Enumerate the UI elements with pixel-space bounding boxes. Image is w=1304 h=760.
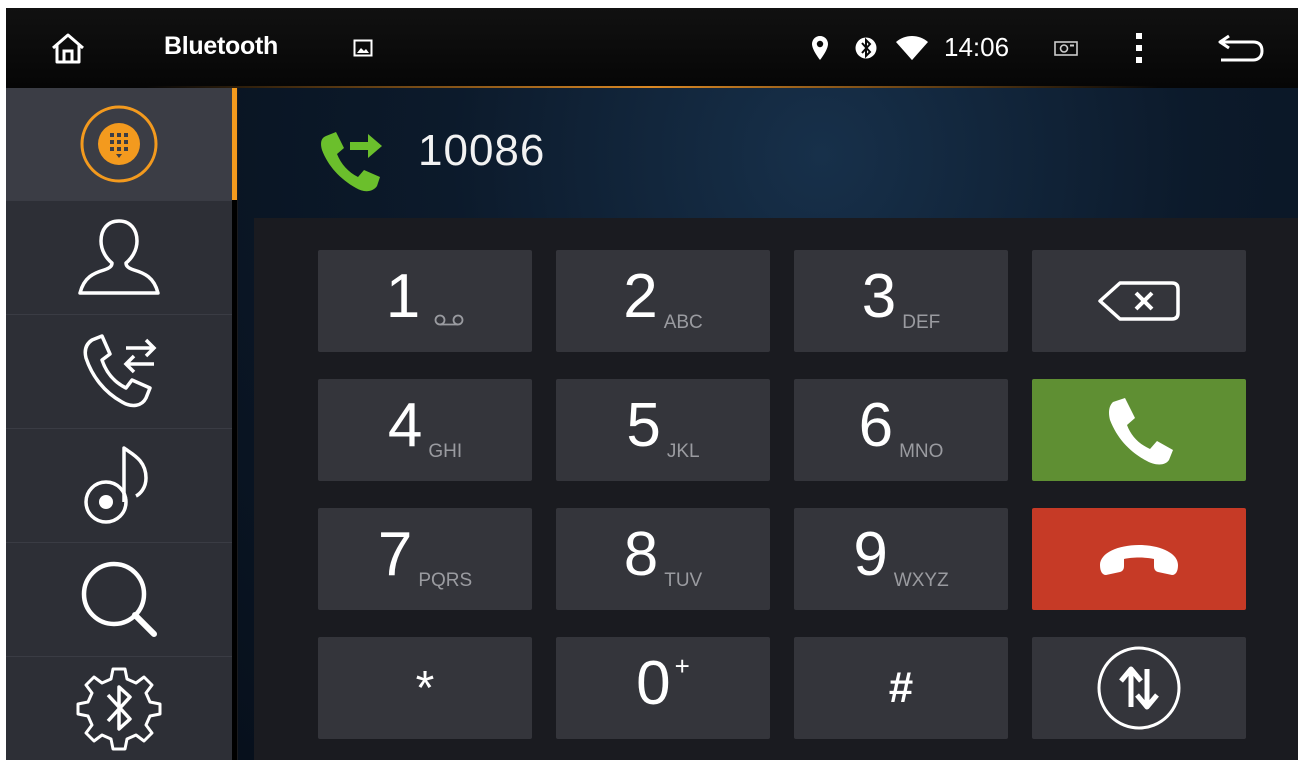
switch-audio-icon xyxy=(1097,646,1181,730)
call-button[interactable] xyxy=(1032,379,1246,481)
search-icon xyxy=(81,561,157,637)
sidebar-item-search[interactable] xyxy=(6,542,232,657)
key-9[interactable]: 9 WXYZ xyxy=(794,508,1008,610)
call-icon xyxy=(1109,398,1173,465)
backspace-button[interactable] xyxy=(1032,250,1246,352)
key-letters: JKL xyxy=(666,441,700,462)
voicemail-icon xyxy=(434,312,464,334)
call-header: 10086 xyxy=(238,88,1298,218)
key-letters: ABC xyxy=(663,312,703,333)
key-4[interactable]: 4 GHI xyxy=(318,379,532,481)
key-hash[interactable]: # xyxy=(794,637,1008,739)
contact-icon xyxy=(78,219,160,295)
switch-audio-button[interactable] xyxy=(1032,637,1246,739)
sidebar xyxy=(6,88,232,760)
call-log-icon xyxy=(83,334,157,408)
dialed-number: 10086 xyxy=(418,126,546,175)
key-star[interactable]: * xyxy=(318,637,532,739)
key-letters: PQRS xyxy=(418,570,473,591)
sidebar-item-dialpad[interactable] xyxy=(6,88,232,201)
key-letters: WXYZ xyxy=(893,570,949,591)
key-letters: DEF xyxy=(902,312,941,333)
key-digit: 8 xyxy=(623,520,659,589)
music-icon xyxy=(84,446,148,524)
key-digit: 9 xyxy=(853,520,888,589)
sidebar-item-music[interactable] xyxy=(6,428,232,543)
key-3[interactable]: 3 DEF xyxy=(794,250,1008,352)
image-icon xyxy=(348,8,378,88)
key-digit: 1 xyxy=(385,262,421,331)
key-letters: GHI xyxy=(428,441,463,462)
sidebar-item-call-log[interactable] xyxy=(6,314,232,429)
keypad: 1 2 ABC 3 DEF 4 GHI 5 JKL 6 MNO 7 PQRS 8… xyxy=(254,218,1298,760)
call-transfer-icon xyxy=(316,126,384,197)
bluetooth-icon xyxy=(852,8,880,88)
location-icon xyxy=(806,8,834,88)
key-8[interactable]: 8 TUV xyxy=(556,508,770,610)
backspace-icon xyxy=(1098,281,1180,321)
hangup-button[interactable] xyxy=(1032,508,1246,610)
key-2[interactable]: 2 ABC xyxy=(556,250,770,352)
dialer-panel: 10086 1 2 ABC 3 DEF 4 GHI 5 JKL 6 MNO 7 … xyxy=(238,88,1298,760)
home-icon[interactable] xyxy=(40,8,96,88)
key-digit: # xyxy=(888,663,914,712)
key-letters: + xyxy=(674,650,690,681)
key-digit: 6 xyxy=(858,391,894,460)
sidebar-item-bluetooth-settings[interactable] xyxy=(6,656,232,760)
bluetooth-settings-icon xyxy=(76,667,162,751)
sidebar-item-contacts[interactable] xyxy=(6,200,232,315)
car-head-unit-screen: Bluetooth 14:06 10086 1 2 ABC 3 DEF 4 GH… xyxy=(6,8,1298,760)
clock: 14:06 xyxy=(944,32,1010,62)
key-digit: 5 xyxy=(626,391,661,460)
key-letters: MNO xyxy=(899,441,944,462)
wifi-icon xyxy=(892,8,932,88)
key-digit: 0 xyxy=(636,649,671,718)
key-5[interactable]: 5 JKL xyxy=(556,379,770,481)
key-letters: TUV xyxy=(664,570,703,591)
app-title: Bluetooth xyxy=(164,32,278,60)
status-bar: Bluetooth 14:06 xyxy=(6,8,1298,88)
key-1[interactable]: 1 xyxy=(318,250,532,352)
key-6[interactable]: 6 MNO xyxy=(794,379,1008,481)
more-icon[interactable] xyxy=(1124,8,1154,88)
key-digit: 2 xyxy=(623,262,658,331)
screenshot-icon xyxy=(1050,8,1082,88)
key-digit: 4 xyxy=(387,391,423,460)
dialpad-icon xyxy=(80,105,158,183)
key-digit: * xyxy=(415,661,435,715)
key-0[interactable]: 0 + xyxy=(556,637,770,739)
key-digit: 7 xyxy=(377,520,413,589)
hangup-icon xyxy=(1100,545,1178,575)
key-7[interactable]: 7 PQRS xyxy=(318,508,532,610)
back-icon[interactable] xyxy=(1210,8,1270,88)
key-digit: 3 xyxy=(861,262,897,331)
